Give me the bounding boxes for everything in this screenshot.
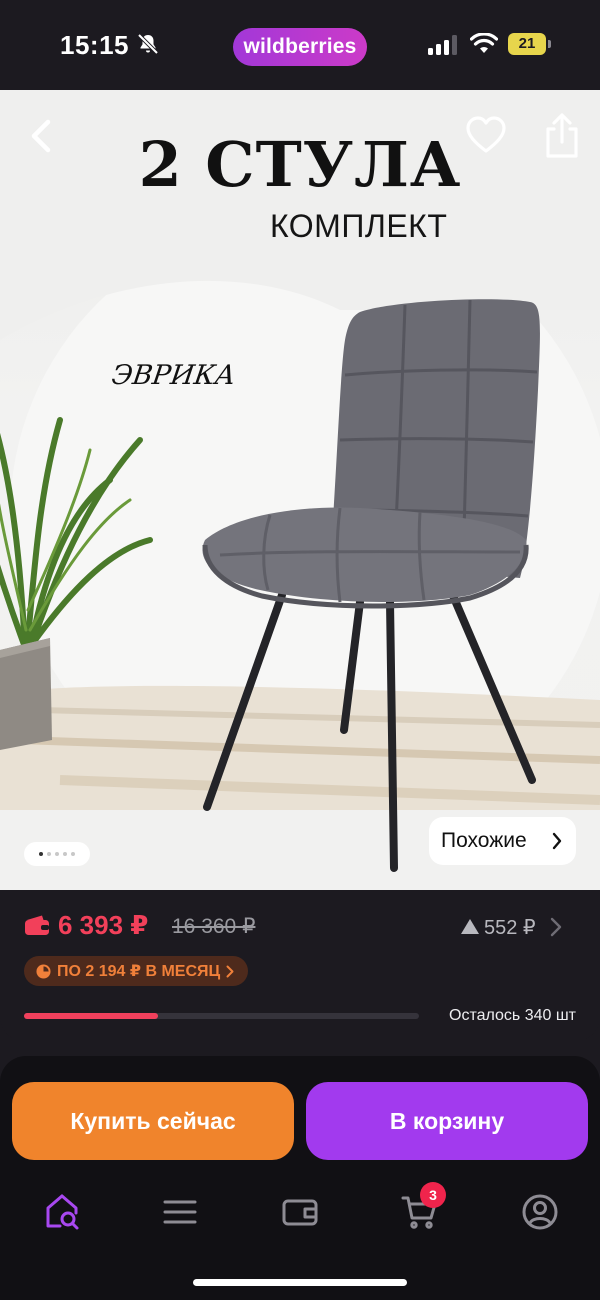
- favorite-button[interactable]: [464, 114, 508, 158]
- home-indicator: [193, 1279, 407, 1286]
- stock-progress-fill: [24, 1013, 159, 1019]
- installment-badge[interactable]: ПО 2 194 ₽ В МЕСЯЦ: [24, 956, 249, 986]
- chevron-left-icon: [31, 119, 51, 153]
- cart-count-badge: 3: [420, 1182, 446, 1208]
- menu-icon: [163, 1200, 197, 1224]
- wallet-icon: [25, 915, 49, 935]
- installment-label: ПО 2 194 ₽ В МЕСЯЦ: [57, 963, 221, 980]
- price-card: 6 393 ₽ 16 360 ₽ 552 ₽ ПО 2 194 ₽ В МЕСЯ…: [0, 890, 600, 1042]
- page-dot: [63, 852, 67, 856]
- image-headline: 2 СТУЛА: [138, 128, 462, 201]
- page-dot: [71, 852, 75, 856]
- share-icon: [546, 113, 578, 158]
- similar-products-button[interactable]: Похожие: [429, 817, 576, 865]
- tab-profile[interactable]: [520, 1192, 560, 1232]
- share-button[interactable]: [540, 112, 584, 160]
- tab-home[interactable]: [42, 1192, 82, 1232]
- cellular-signal-icon: [428, 35, 457, 55]
- page-dot: [47, 852, 51, 856]
- add-to-cart-button[interactable]: В корзину: [306, 1082, 588, 1160]
- brand-logo[interactable]: wildberries: [233, 28, 367, 66]
- wallet-icon: [282, 1199, 318, 1226]
- old-price: 16 360 ₽: [172, 915, 256, 938]
- bottom-panel: Купить сейчас В корзину 3: [0, 1056, 600, 1300]
- chevron-right-icon: [552, 832, 562, 850]
- similar-products-label: Похожие: [441, 829, 527, 852]
- stock-progress-bar: [24, 1013, 419, 1019]
- battery-indicator: 21: [508, 33, 552, 55]
- heart-icon: [466, 116, 506, 153]
- back-button[interactable]: [22, 114, 62, 158]
- tab-cart[interactable]: 3: [400, 1182, 446, 1232]
- app-root: 15:15 wildberries 21 2 СТУЛА КОМПЛЕКТ ЭВ…: [0, 0, 600, 1300]
- triangle-up-icon: [461, 919, 479, 934]
- page-dot: [55, 852, 59, 856]
- profile-icon: [522, 1194, 558, 1230]
- product-image-gallery[interactable]: 2 СТУЛА КОМПЛЕКТ ЭВРИКА Похожие: [0, 90, 600, 890]
- status-bar: 15:15 wildberries 21: [0, 0, 600, 90]
- stock-remaining: Осталось 340 шт: [449, 1007, 576, 1024]
- bell-muted-icon: [137, 33, 159, 55]
- wifi-icon: [470, 33, 498, 53]
- battery-tip: [548, 40, 551, 48]
- image-subheadline: КОМПЛЕКТ: [270, 208, 448, 244]
- status-time: 15:15: [60, 30, 129, 60]
- tab-wallet[interactable]: [280, 1192, 320, 1232]
- home-search-icon: [46, 1194, 79, 1230]
- gallery-page-indicator[interactable]: [24, 842, 90, 866]
- battery-level: 21: [508, 33, 546, 55]
- image-model-name: ЭВРИКА: [109, 360, 238, 391]
- tab-catalog[interactable]: [160, 1192, 200, 1232]
- chevron-right-icon[interactable]: [550, 917, 562, 937]
- price-delta: 552 ₽: [484, 917, 536, 939]
- pie-chart-icon: [36, 963, 51, 979]
- chevron-right-icon: [226, 965, 234, 977]
- buy-now-button[interactable]: Купить сейчас: [12, 1082, 294, 1160]
- page-dot-active: [39, 852, 43, 856]
- current-price: 6 393 ₽: [58, 910, 149, 940]
